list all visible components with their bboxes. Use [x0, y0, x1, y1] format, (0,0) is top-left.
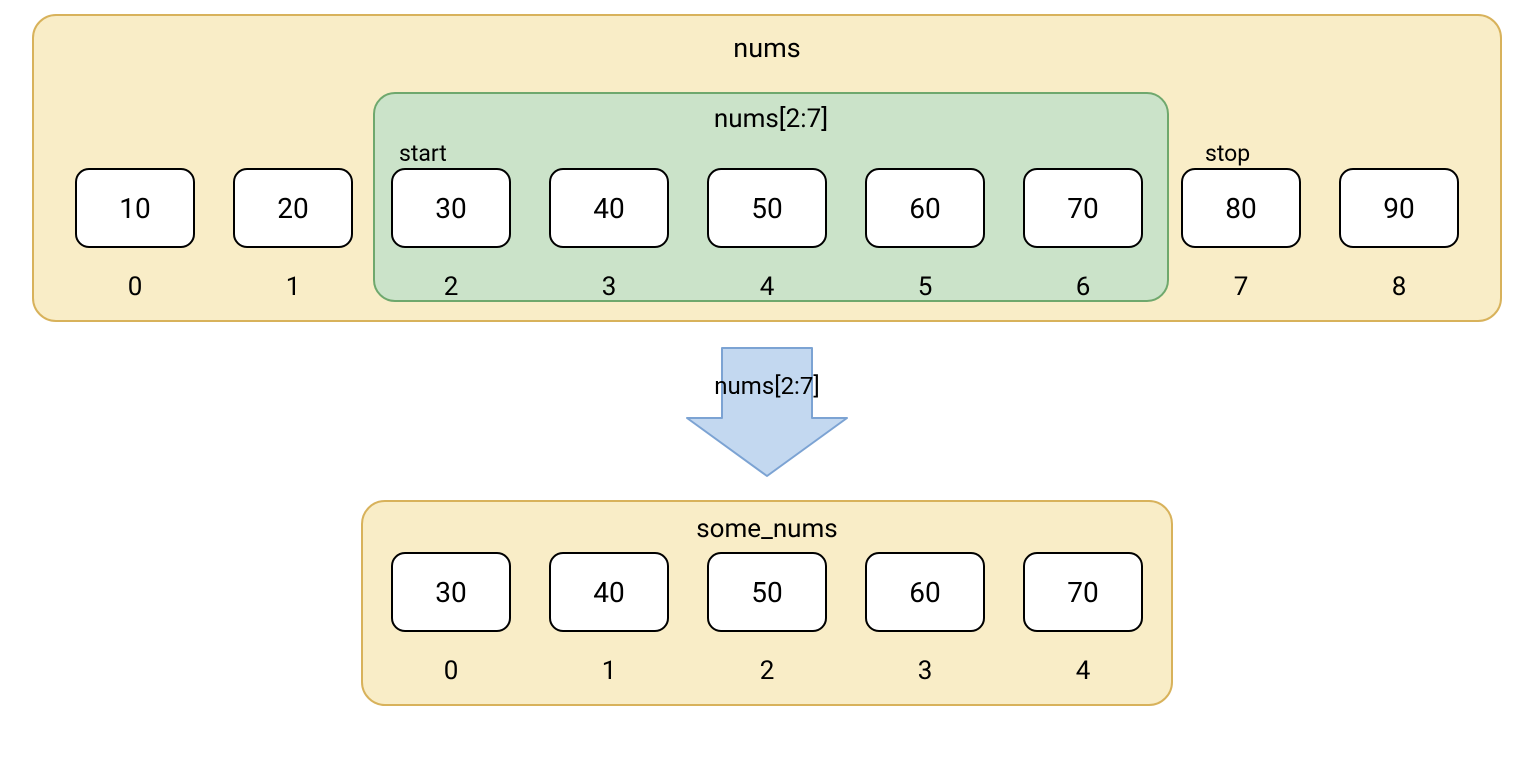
arrow-label: nums[2:7]	[667, 372, 867, 400]
arrow-wrap: nums[2:7]	[32, 342, 1502, 482]
index-label: 2	[760, 656, 775, 686]
cell: 50	[707, 168, 827, 248]
arrow-down-icon: nums[2:7]	[667, 342, 867, 482]
list-item: 70 6	[1023, 168, 1143, 302]
some-nums-title: some_nums	[363, 514, 1171, 544]
list-item: 80 7	[1181, 168, 1301, 302]
index-label: 4	[1076, 656, 1091, 686]
index-label: 1	[602, 656, 617, 686]
nums-container: nums nums[2:7] start stop 10 0 20 1 30 2 40 3 50…	[32, 14, 1502, 322]
list-item: 20 1	[233, 168, 353, 302]
index-label: 0	[444, 656, 459, 686]
cell: 80	[1181, 168, 1301, 248]
list-item: 50 4	[707, 168, 827, 302]
cell: 20	[233, 168, 353, 248]
index-label: 1	[286, 272, 301, 302]
cell: 70	[1023, 168, 1143, 248]
index-label: 2	[444, 272, 459, 302]
start-label: start	[399, 140, 447, 167]
slice-diagram: nums nums[2:7] start stop 10020130240350…	[32, 14, 1502, 706]
index-label: 5	[918, 272, 933, 302]
index-label: 3	[602, 272, 617, 302]
list-item: 70 4	[1023, 552, 1143, 686]
some-nums-container: some_nums 30 0 40 1 50 2 60 3 70 4	[361, 500, 1173, 706]
index-label: 8	[1392, 272, 1407, 302]
list-item: 40 1	[549, 552, 669, 686]
cell: 90	[1339, 168, 1459, 248]
nums-row: 10 0 20 1 30 2 40 3 50 4 60 5 70 6 80 7 90 8	[54, 168, 1480, 302]
cell: 30	[391, 552, 511, 632]
nums-title: nums	[34, 32, 1500, 64]
some-nums-row: 30 0 40 1 50 2 60 3 70 4	[391, 552, 1143, 686]
index-label: 3	[918, 656, 933, 686]
stop-label: stop	[1205, 140, 1250, 167]
cell: 30	[391, 168, 511, 248]
cell: 50	[707, 552, 827, 632]
index-label: 0	[128, 272, 143, 302]
list-item: 50 2	[707, 552, 827, 686]
cell: 10	[75, 168, 195, 248]
result-wrap: some_nums 30 0 40 1 50 2 60 3 70 4	[32, 500, 1502, 706]
cell: 60	[865, 168, 985, 248]
cell: 60	[865, 552, 985, 632]
list-item: 10 0	[75, 168, 195, 302]
index-label: 7	[1234, 272, 1249, 302]
list-item: 60 5	[865, 168, 985, 302]
list-item: 40 3	[549, 168, 669, 302]
slice-label: nums[2:7]	[375, 104, 1167, 134]
cell: 70	[1023, 552, 1143, 632]
cell: 40	[549, 168, 669, 248]
list-item: 30 0	[391, 552, 511, 686]
index-label: 4	[760, 272, 775, 302]
cell: 40	[549, 552, 669, 632]
list-item: 30 2	[391, 168, 511, 302]
index-label: 6	[1076, 272, 1091, 302]
list-item: 60 3	[865, 552, 985, 686]
list-item: 90 8	[1339, 168, 1459, 302]
